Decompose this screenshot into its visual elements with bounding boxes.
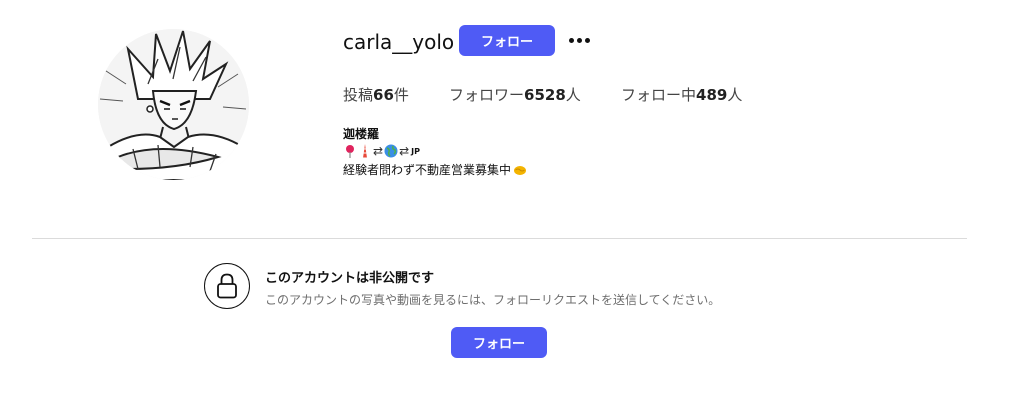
globe-icon	[384, 144, 398, 158]
following-suffix: 人	[727, 86, 743, 104]
profile-username: carla__yolo	[343, 30, 455, 54]
profile-avatar[interactable]	[98, 29, 249, 180]
arrows-icon: ⇄	[373, 144, 384, 158]
lock-icon	[217, 273, 237, 299]
bio-location-line: ⇄ ⇄ JP	[343, 143, 420, 159]
section-divider	[32, 238, 967, 239]
followers-stat[interactable]: フォロワー6528人	[449, 84, 581, 105]
more-dot-icon	[576, 37, 582, 43]
bio-recruit-line: 経験者問わず不動産営業募集中	[343, 161, 527, 178]
handshake-icon	[514, 165, 527, 175]
tokyo-tower-icon	[362, 144, 368, 158]
jp-label: JP	[411, 146, 420, 156]
following-count: 489	[696, 86, 728, 104]
following-stat[interactable]: フォロー中489人	[621, 84, 742, 105]
follow-button[interactable]: フォロー	[459, 25, 555, 56]
follow-request-button[interactable]: フォロー	[451, 327, 547, 358]
more-dot-icon	[568, 37, 574, 43]
private-account-description: このアカウントの写真や動画を見るには、フォローリクエストを送信してください。	[265, 293, 721, 307]
followers-count: 6528	[524, 86, 566, 104]
bio-name: 迦楼羅	[343, 127, 380, 141]
posts-suffix: 件	[393, 86, 409, 104]
following-prefix: フォロー中	[621, 86, 697, 104]
lock-badge	[204, 263, 250, 309]
round-pushpin-icon	[346, 145, 354, 158]
private-account-title: このアカウントは非公開です	[265, 271, 435, 286]
arrows-icon: ⇄	[399, 144, 410, 158]
followers-prefix: フォロワー	[449, 86, 525, 104]
more-options-button[interactable]	[565, 31, 593, 49]
posts-prefix: 投稿	[343, 86, 374, 104]
more-dot-icon	[584, 37, 590, 43]
followers-suffix: 人	[565, 86, 581, 104]
bio-recruit-text: 経験者問わず不動産営業募集中	[343, 163, 512, 177]
posts-count: 66	[373, 86, 394, 104]
posts-stat: 投稿66件	[343, 84, 409, 105]
